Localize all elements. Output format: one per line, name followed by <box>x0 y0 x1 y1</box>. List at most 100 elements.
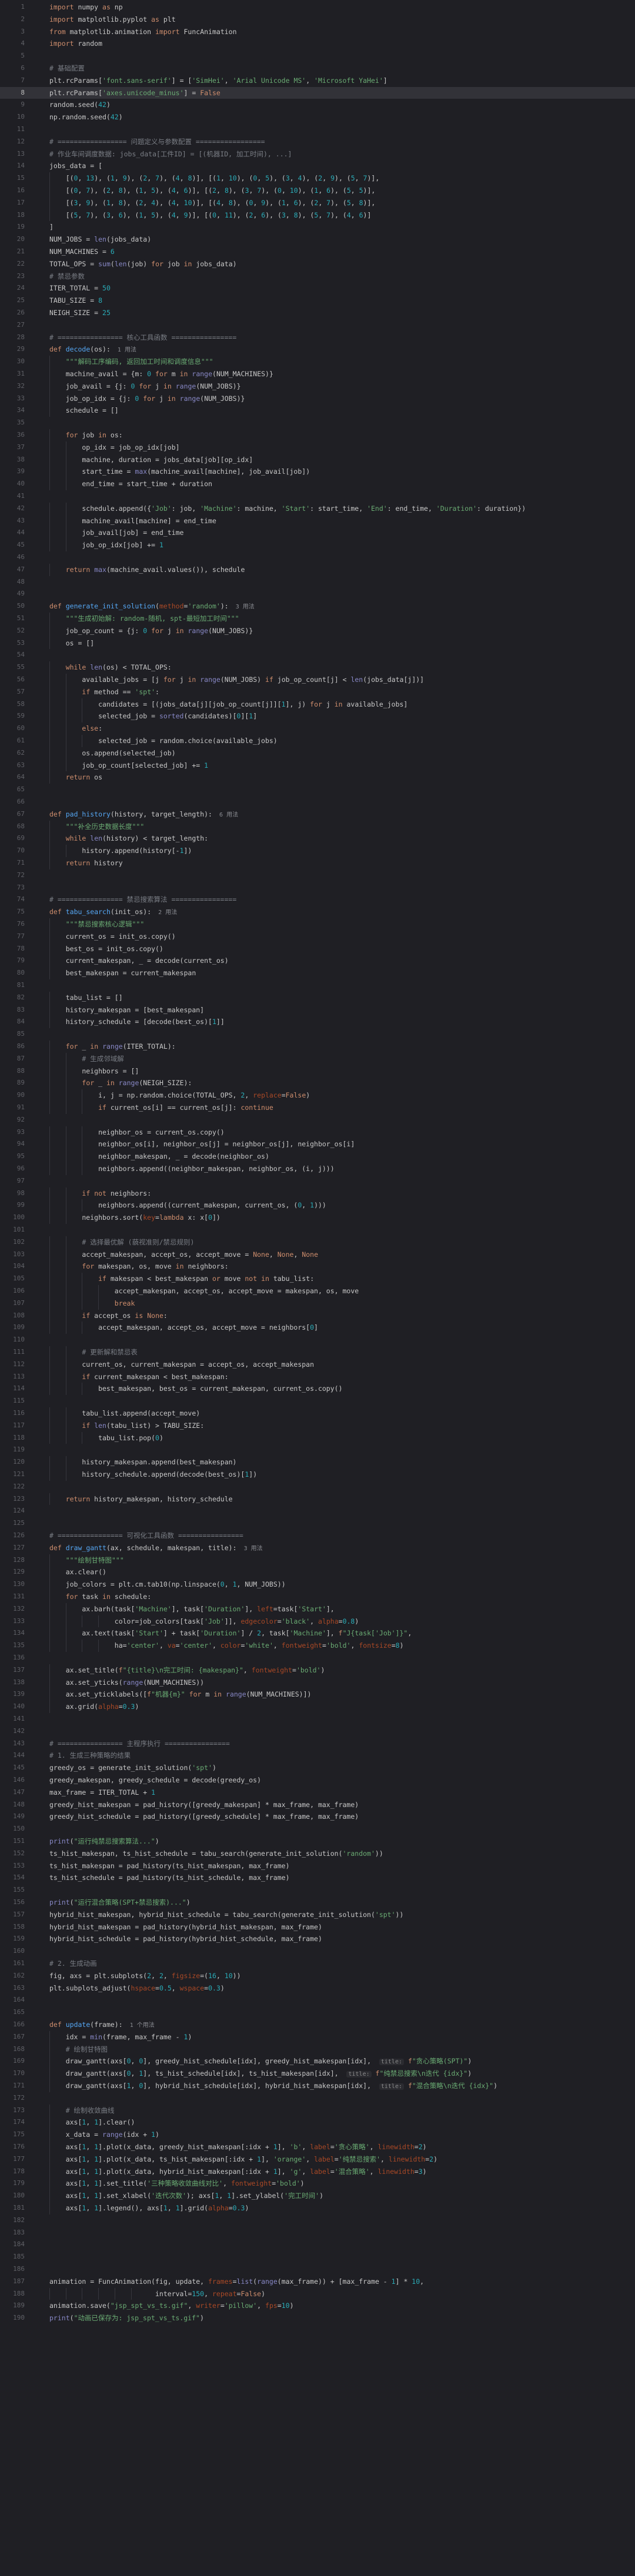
code-line[interactable]: 73 <box>0 882 635 894</box>
code-line[interactable]: 26 NEIGH_SIZE = 25 <box>0 307 635 319</box>
code-line[interactable]: 25 TABU_SIZE = 8 <box>0 295 635 307</box>
code-line[interactable]: 105 if makespan < best_makespan or move … <box>0 1273 635 1285</box>
code-line[interactable]: 79 current_makespan, _ = decode(current_… <box>0 955 635 968</box>
code-line[interactable]: 8 plt.rcParams['axes.unicode_minus'] = Fa… <box>0 86 635 99</box>
code-line[interactable]: 13 # 作业车间调度数据: jobs_data[工件ID] = [(机器ID, … <box>0 148 635 160</box>
code-line[interactable]: 186 <box>0 2263 635 2276</box>
code-line[interactable]: 115 <box>0 1395 635 1407</box>
code-line[interactable]: 130 job_colors = plt.cm.tab10(np.linspac… <box>0 1578 635 1591</box>
code-line[interactable]: 183 <box>0 2227 635 2239</box>
code-line[interactable]: 150 <box>0 1823 635 1835</box>
code-line[interactable]: 144 # 1. 生成三种策略的结果 <box>0 1749 635 1762</box>
code-line[interactable]: 136 <box>0 1652 635 1664</box>
code-line[interactable]: 143 # ================ 主程序执行 ============… <box>0 1738 635 1750</box>
code-line[interactable]: 49 <box>0 588 635 600</box>
code-line[interactable]: 170 draw_gantt(axs[0, 1], ts_hist_schedu… <box>0 2068 635 2080</box>
code-line[interactable]: 57 if method == 'spt': <box>0 685 635 698</box>
code-line[interactable]: 54 <box>0 649 635 661</box>
code-line[interactable]: 21 NUM_MACHINES = 6 <box>0 246 635 258</box>
code-line[interactable]: 114 best_makespan, best_os = current_mak… <box>0 1383 635 1396</box>
code-line[interactable]: 177 axs[1, 1].plot(x_data, ts_hist_makes… <box>0 2153 635 2166</box>
code-line[interactable]: 62 os.append(selected_job) <box>0 747 635 760</box>
code-line[interactable]: 185 <box>0 2251 635 2263</box>
code-line[interactable]: 158 hybrid_hist_makespan = pad_history(hy… <box>0 1921 635 1933</box>
code-line[interactable]: 4 import random <box>0 38 635 50</box>
code-line[interactable]: 68 """补全历史数据长度""" <box>0 820 635 833</box>
code-line[interactable]: 78 best_os = init_os.copy() <box>0 942 635 955</box>
code-line[interactable]: 156 print("运行混合策略(SPT+禁忌搜索)...") <box>0 1896 635 1909</box>
code-line[interactable]: 75 def tabu_search(init_os): 2 用法 <box>0 906 635 918</box>
code-line[interactable]: 169 draw_gantt(axs[0, 0], greedy_hist_sc… <box>0 2055 635 2068</box>
code-line[interactable]: 70 history.append(history[-1]) <box>0 845 635 857</box>
code-line[interactable]: 125 <box>0 1517 635 1530</box>
code-line[interactable]: 182 <box>0 2214 635 2227</box>
code-line[interactable]: 146 greedy_makespan, greedy_schedule = de… <box>0 1774 635 1787</box>
code-line[interactable]: 6 # 基础配置 <box>0 62 635 75</box>
code-line[interactable]: 155 <box>0 1884 635 1896</box>
code-line[interactable]: 140 ax.grid(alpha=0.3) <box>0 1701 635 1713</box>
code-line[interactable]: 31 machine_avail = {m: 0 for m in range(… <box>0 368 635 380</box>
code-line[interactable]: 145 greedy_os = generate_init_solution('s… <box>0 1762 635 1774</box>
code-line[interactable]: 83 history_makespan = [best_makespan] <box>0 1003 635 1016</box>
code-line[interactable]: 24 ITER_TOTAL = 50 <box>0 282 635 295</box>
code-line[interactable]: 187 animation = FuncAnimation(fig, update… <box>0 2276 635 2288</box>
code-line[interactable]: 86 for _ in range(ITER_TOTAL): <box>0 1041 635 1053</box>
code-line[interactable]: 66 <box>0 796 635 808</box>
code-line[interactable]: 117 if len(tabu_list) > TABU_SIZE: <box>0 1419 635 1432</box>
code-line[interactable]: 60 else: <box>0 722 635 735</box>
code-line[interactable]: 64 return os <box>0 771 635 784</box>
code-line[interactable]: 159 hybrid_hist_schedule = pad_history(hy… <box>0 1933 635 1945</box>
code-line[interactable]: 189 animation.save("jsp_spt_vs_ts.gif", w… <box>0 2300 635 2312</box>
code-line[interactable]: 29 def decode(os): 1 用法 <box>0 343 635 356</box>
code-line[interactable]: 151 print("运行纯禁忌搜索算法...") <box>0 1835 635 1848</box>
code-line[interactable]: 7 plt.rcParams['font.sans-serif'] = ['Sim… <box>0 75 635 87</box>
code-line[interactable]: 168 # 绘制甘特图 <box>0 2043 635 2056</box>
code-line[interactable]: 76 """禁忌搜索核心逻辑""" <box>0 918 635 931</box>
code-line[interactable]: 96 neighbors.append((neighbor_makespan, … <box>0 1163 635 1175</box>
code-line[interactable]: 138 ax.set_yticks(range(NUM_MACHINES)) <box>0 1676 635 1689</box>
code-line[interactable]: 100 neighbors.sort(key=lambda x: x[0]) <box>0 1212 635 1224</box>
code-line[interactable]: 188 interval=150, repeat=False) <box>0 2287 635 2300</box>
code-line[interactable]: 104 for makespan, os, move in neighbors: <box>0 1260 635 1273</box>
code-line[interactable]: 61 selected_job = random.choice(availabl… <box>0 735 635 747</box>
code-line[interactable]: 127 def draw_gantt(ax, schedule, makespan… <box>0 1542 635 1554</box>
code-line[interactable]: 179 axs[1, 1].set_title('三种策略收敛曲线对比', fo… <box>0 2177 635 2190</box>
code-line[interactable]: 190 print("动画已保存为: jsp_spt_vs_ts.gif") <box>0 2312 635 2324</box>
code-line[interactable]: 19] <box>0 221 635 233</box>
code-line[interactable]: 65 <box>0 784 635 796</box>
code-line[interactable]: 121 history_schedule.append(decode(best_… <box>0 1468 635 1481</box>
code-line[interactable]: 14 jobs_data = [ <box>0 160 635 172</box>
code-line[interactable]: 56 available_jobs = [j for j in range(NU… <box>0 674 635 686</box>
code-line[interactable]: 97 <box>0 1175 635 1187</box>
code-line[interactable]: 99 neighbors.append((current_makespan, c… <box>0 1199 635 1212</box>
code-line[interactable]: 134 ax.text(task['Start'] + task['Durati… <box>0 1627 635 1640</box>
code-line[interactable]: 10 np.random.seed(42) <box>0 111 635 123</box>
code-line[interactable]: 32 job_avail = {j: 0 for j in range(NUM_… <box>0 380 635 393</box>
code-line[interactable]: 180 axs[1, 1].set_xlabel('迭代次数'); axs[1,… <box>0 2190 635 2202</box>
code-line[interactable]: 131 for task in schedule: <box>0 1591 635 1603</box>
code-line[interactable]: 139 ax.set_yticklabels([f"机器{m}" for m i… <box>0 1688 635 1701</box>
code-line[interactable]: 173 # 绘制收敛曲线 <box>0 2104 635 2117</box>
code-line[interactable]: 36 for job in os: <box>0 429 635 441</box>
code-line[interactable]: 165 <box>0 2006 635 2019</box>
code-line[interactable]: 106 accept_makespan, accept_os, accept_m… <box>0 1285 635 1297</box>
code-line[interactable]: 178 axs[1, 1].plot(x_data, hybrid_hist_m… <box>0 2165 635 2178</box>
code-line[interactable]: 69 while len(history) < target_length: <box>0 832 635 845</box>
code-line[interactable]: 98 if not neighbors: <box>0 1187 635 1200</box>
code-line[interactable]: 30 """解码工序编码, 返回加工时间和调度信息""" <box>0 356 635 368</box>
code-line[interactable]: 46 <box>0 551 635 564</box>
code-line[interactable]: 45 job_op_idx[job] += 1 <box>0 539 635 551</box>
code-line[interactable]: 58 candidates = [(jobs_data[j][job_op_co… <box>0 698 635 711</box>
code-line[interactable]: 109 accept_makespan, accept_os, accept_m… <box>0 1322 635 1334</box>
code-editor[interactable]: 1 import numpy as np 2 import matplotlib.py… <box>0 0 635 2576</box>
code-line[interactable]: 133 color=job_colors[task['Job']], edgec… <box>0 1615 635 1628</box>
code-line[interactable]: 53 os = [] <box>0 637 635 650</box>
code-line[interactable]: 50 def generate_init_solution(method='ran… <box>0 600 635 613</box>
code-line[interactable]: 132 ax.barh(task['Machine'], task['Durat… <box>0 1603 635 1615</box>
code-line[interactable]: 91 if current_os[i] == current_os[j]: co… <box>0 1102 635 1114</box>
code-line[interactable]: 81 <box>0 979 635 992</box>
code-line[interactable]: 89 for _ in range(NEIGH_SIZE): <box>0 1077 635 1090</box>
code-line[interactable]: 103 accept_makespan, accept_os, accept_m… <box>0 1248 635 1261</box>
code-line[interactable]: 85 <box>0 1028 635 1041</box>
code-line[interactable]: 20 NUM_JOBS = len(jobs_data) <box>0 233 635 246</box>
